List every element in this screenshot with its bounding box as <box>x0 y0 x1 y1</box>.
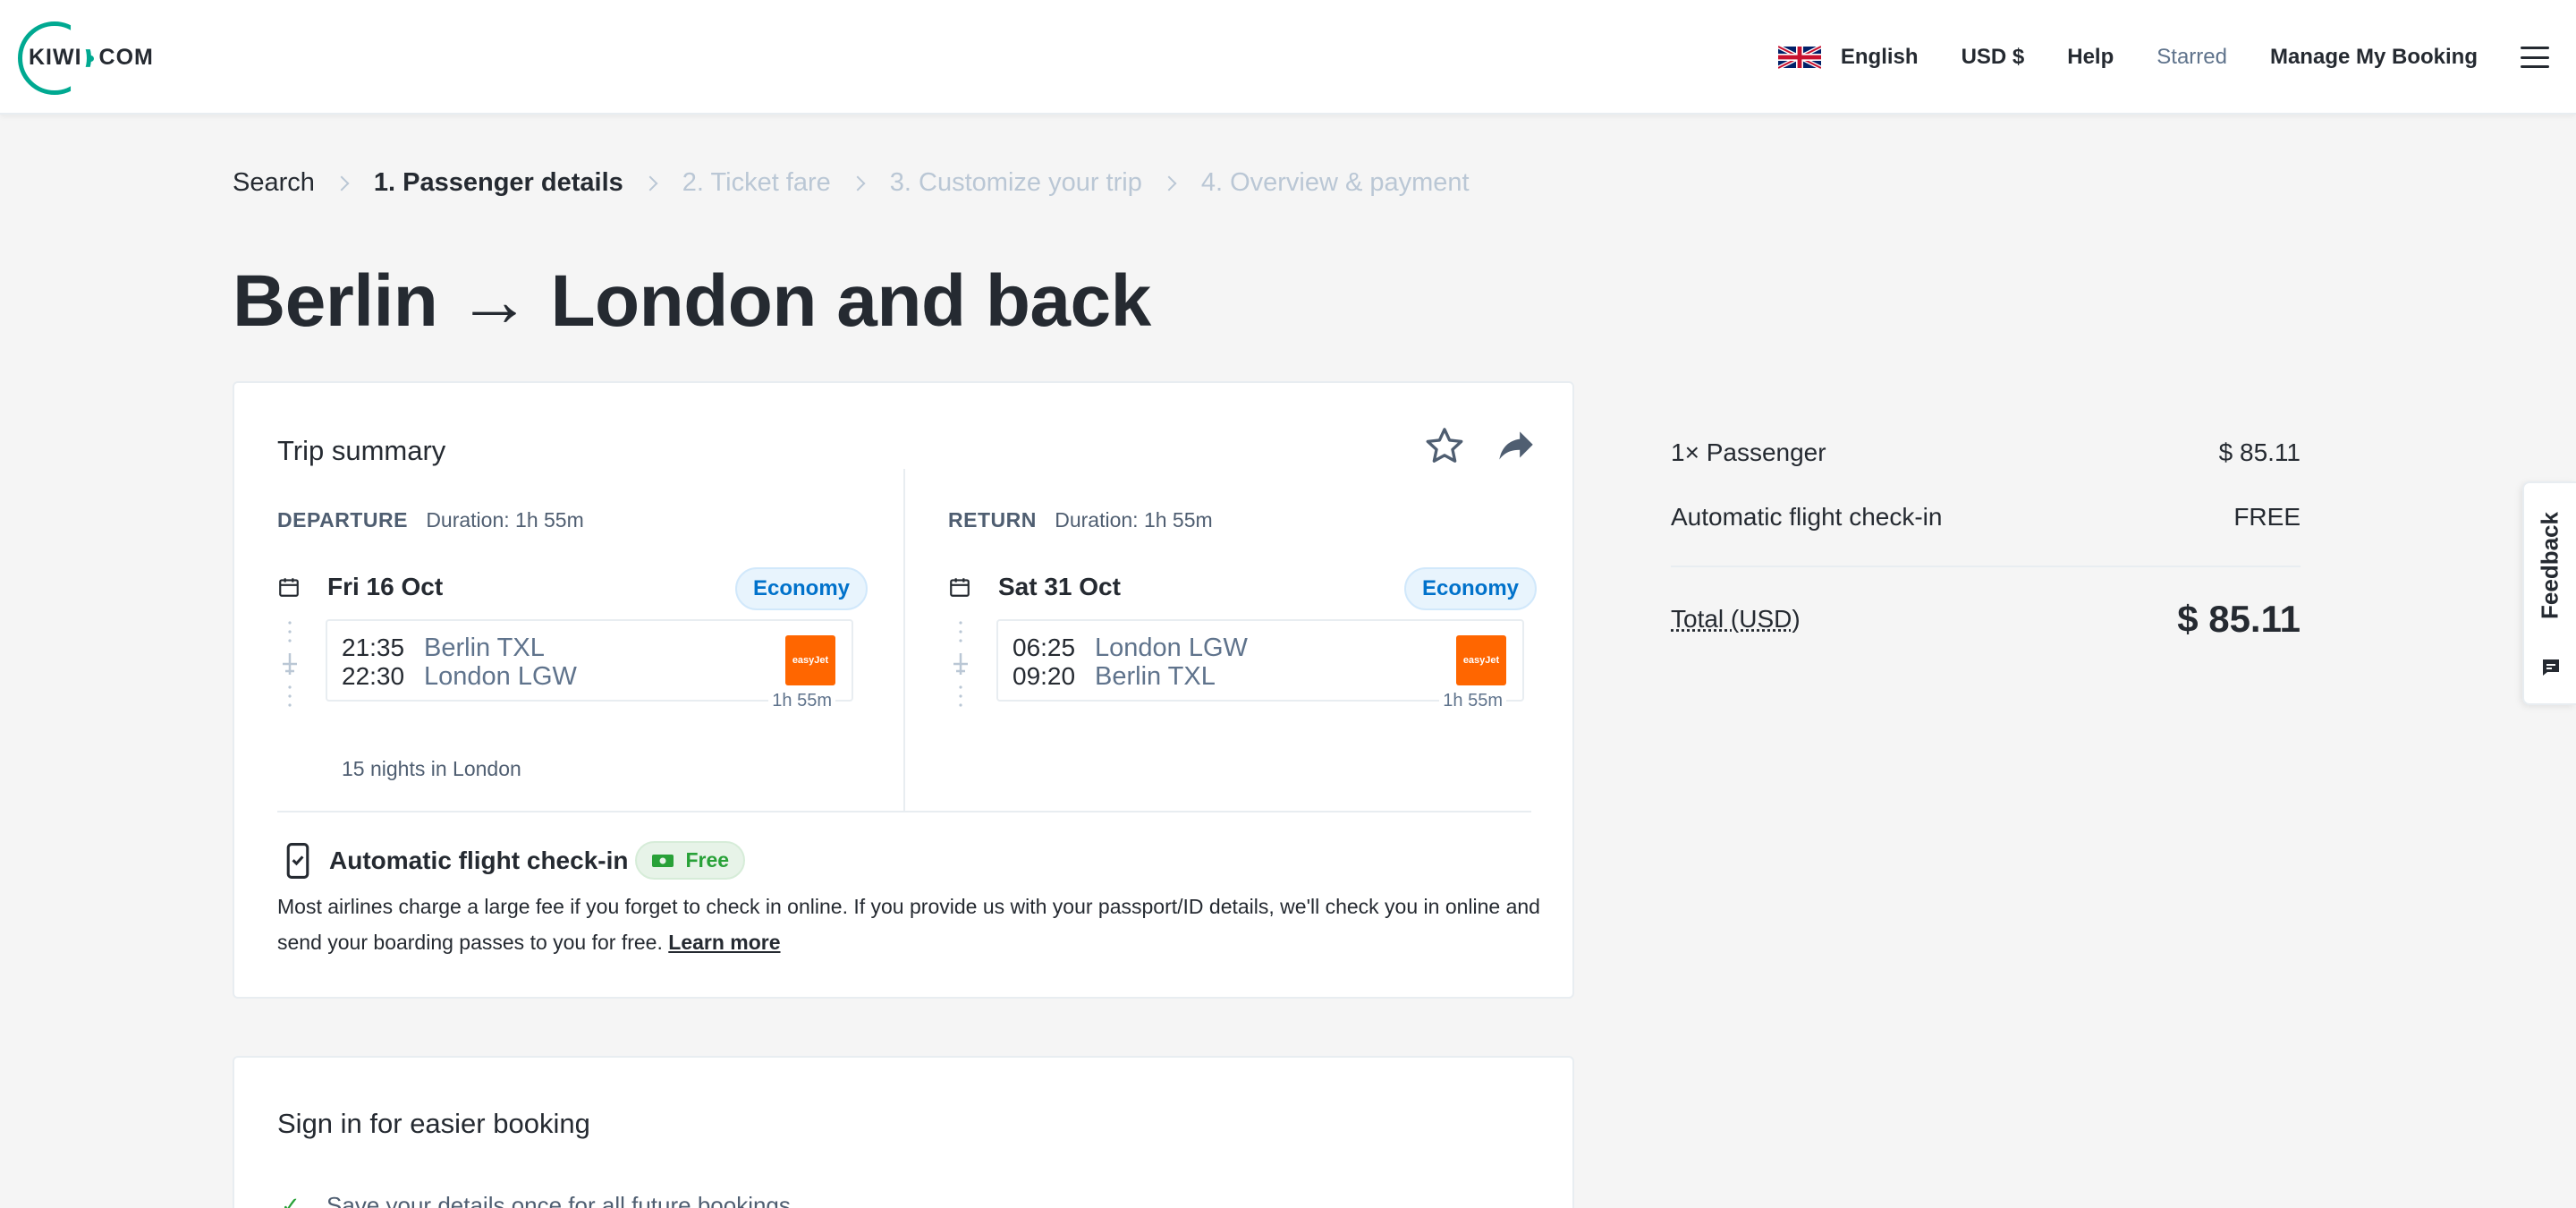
top-navbar: KIWI COM English USD $ Help Starred Manag… <box>0 0 2576 115</box>
trip-summary-card: Trip summary DEPARTURE Duration: 1h 55m … <box>233 381 1574 999</box>
chevron-right-icon <box>334 175 349 191</box>
return-segment[interactable]: 06:25 09:20 London LGW Berlin TXL easyJe… <box>996 619 1524 702</box>
departure-time: 21:35 <box>342 634 404 662</box>
return-label: RETURN <box>948 508 1037 532</box>
origin-airport: London LGW <box>1095 634 1248 662</box>
departure-duration: Duration: 1h 55m <box>426 508 583 532</box>
price-summary: 1× Passenger $ 85.11 Automatic flight ch… <box>1671 421 2301 641</box>
language-label: English <box>1841 45 1919 70</box>
share-icon[interactable] <box>1494 424 1538 469</box>
chevron-right-icon <box>850 175 865 191</box>
checkin-divider <box>277 811 1531 812</box>
free-badge-label: Free <box>685 848 729 872</box>
breadcrumb: Search 1. Passenger details 2. Ticket fa… <box>233 168 1470 198</box>
breadcrumb-customize-trip: 3. Customize your trip <box>890 168 1142 198</box>
currency-selector[interactable]: USD $ <box>1962 45 2025 70</box>
breadcrumb-passenger-details: 1. Passenger details <box>374 168 623 198</box>
feedback-icon <box>2540 657 2562 678</box>
breadcrumb-ticket-fare: 2. Ticket fare <box>682 168 831 198</box>
auto-checkin-description: Most airlines charge a large fee if you … <box>277 889 1547 960</box>
feedback-tab[interactable]: Feedback <box>2522 481 2576 705</box>
plane-icon <box>953 619 968 709</box>
help-link[interactable]: Help <box>2067 45 2114 70</box>
feedback-label: Feedback <box>2537 512 2564 619</box>
departure-class-badge: Economy <box>735 567 868 610</box>
return-duration: Duration: 1h 55m <box>1055 508 1212 532</box>
page-title: Berlin → London and back <box>233 259 1151 344</box>
checkin-price-row: Automatic flight check-in FREE <box>1671 485 2301 549</box>
star-icon[interactable] <box>1422 424 1467 469</box>
total-value: $ 85.11 <box>2177 598 2301 641</box>
logo-text: KIWI COM <box>29 45 154 71</box>
trip-summary-title: Trip summary <box>277 435 445 467</box>
easyjet-logo: easyJet <box>785 635 835 685</box>
departure-leg: DEPARTURE Duration: 1h 55m Fri 16 Oct Ec… <box>277 508 868 795</box>
departure-label: DEPARTURE <box>277 508 408 532</box>
checkin-price-value: FREE <box>2233 503 2301 532</box>
learn-more-link[interactable]: Learn more <box>668 931 780 954</box>
passenger-price-value: $ 85.11 <box>2219 438 2301 467</box>
auto-checkin-title: Automatic flight check-in <box>329 846 628 875</box>
return-header: RETURN Duration: 1h 55m <box>948 508 1213 532</box>
menu-icon[interactable] <box>2521 47 2549 68</box>
nights-in-destination: 15 nights in London <box>342 757 521 781</box>
segment-times: 06:25 09:20 <box>1013 634 1075 691</box>
calendar-icon <box>948 575 971 599</box>
auto-checkin-text: Most airlines charge a large fee if you … <box>277 895 1540 954</box>
return-leg: RETURN Duration: 1h 55m Sat 31 Oct Econo… <box>948 508 1538 795</box>
departure-date-row: Fri 16 Oct <box>277 573 443 601</box>
total-label[interactable]: Total (USD) <box>1671 605 1801 634</box>
easyjet-logo: easyJet <box>1456 635 1506 685</box>
checkin-price-label: Automatic flight check-in <box>1671 503 1942 532</box>
starred-link[interactable]: Starred <box>2157 45 2227 70</box>
passenger-price-label: 1× Passenger <box>1671 438 1826 467</box>
legs-divider <box>903 469 905 811</box>
chevron-right-icon <box>642 175 657 191</box>
signin-card: Sign in for easier booking ✓ Save your d… <box>233 1056 1574 1208</box>
segment-places: London LGW Berlin TXL <box>1095 634 1248 691</box>
free-badge: Free <box>635 841 745 880</box>
plane-icon <box>283 619 297 709</box>
header-nav: English USD $ Help Starred Manage My Boo… <box>1778 0 2576 115</box>
chevron-right-icon <box>1161 175 1176 191</box>
return-date-row: Sat 31 Oct <box>948 573 1121 601</box>
departure-time: 06:25 <box>1013 634 1075 662</box>
signin-benefit-item: ✓ Save your details once for all future … <box>281 1192 791 1208</box>
return-class-badge: Economy <box>1404 567 1537 610</box>
arrival-time: 22:30 <box>342 662 404 691</box>
uk-flag-icon <box>1778 45 1821 70</box>
breadcrumb-search[interactable]: Search <box>233 168 315 198</box>
departure-header: DEPARTURE Duration: 1h 55m <box>277 508 584 532</box>
departure-segment[interactable]: 21:35 22:30 Berlin TXL London LGW easyJe… <box>326 619 853 702</box>
cash-icon <box>651 854 674 868</box>
segment-duration: 1h 55m <box>768 691 835 711</box>
total-price-row: Total (USD) $ 85.11 <box>1671 598 2301 641</box>
kiwi-logo[interactable]: KIWI COM <box>18 20 170 95</box>
price-divider <box>1671 566 2301 567</box>
destination-airport: London LGW <box>424 662 577 691</box>
check-icon: ✓ <box>281 1192 301 1208</box>
segment-duration: 1h 55m <box>1439 691 1506 711</box>
segment-places: Berlin TXL London LGW <box>424 634 577 691</box>
origin-airport: Berlin TXL <box>424 634 577 662</box>
segment-times: 21:35 22:30 <box>342 634 404 691</box>
calendar-icon <box>277 575 301 599</box>
departure-date: Fri 16 Oct <box>327 573 443 601</box>
manage-booking-link[interactable]: Manage My Booking <box>2270 45 2478 70</box>
signin-title: Sign in for easier booking <box>277 1108 590 1140</box>
auto-checkin-section: Automatic flight check-in Free Most airl… <box>277 841 1547 960</box>
signin-benefit-text: Save your details once for all future bo… <box>326 1192 791 1208</box>
destination-airport: Berlin TXL <box>1095 662 1248 691</box>
auto-checkin-header: Automatic flight check-in Free <box>277 841 1547 880</box>
arrival-time: 09:20 <box>1013 662 1075 691</box>
language-selector[interactable]: English <box>1778 45 1919 70</box>
return-date: Sat 31 Oct <box>998 573 1121 601</box>
mobile-check-icon <box>286 843 309 879</box>
breadcrumb-overview-payment: 4. Overview & payment <box>1201 168 1470 198</box>
passenger-price-row: 1× Passenger $ 85.11 <box>1671 421 2301 485</box>
